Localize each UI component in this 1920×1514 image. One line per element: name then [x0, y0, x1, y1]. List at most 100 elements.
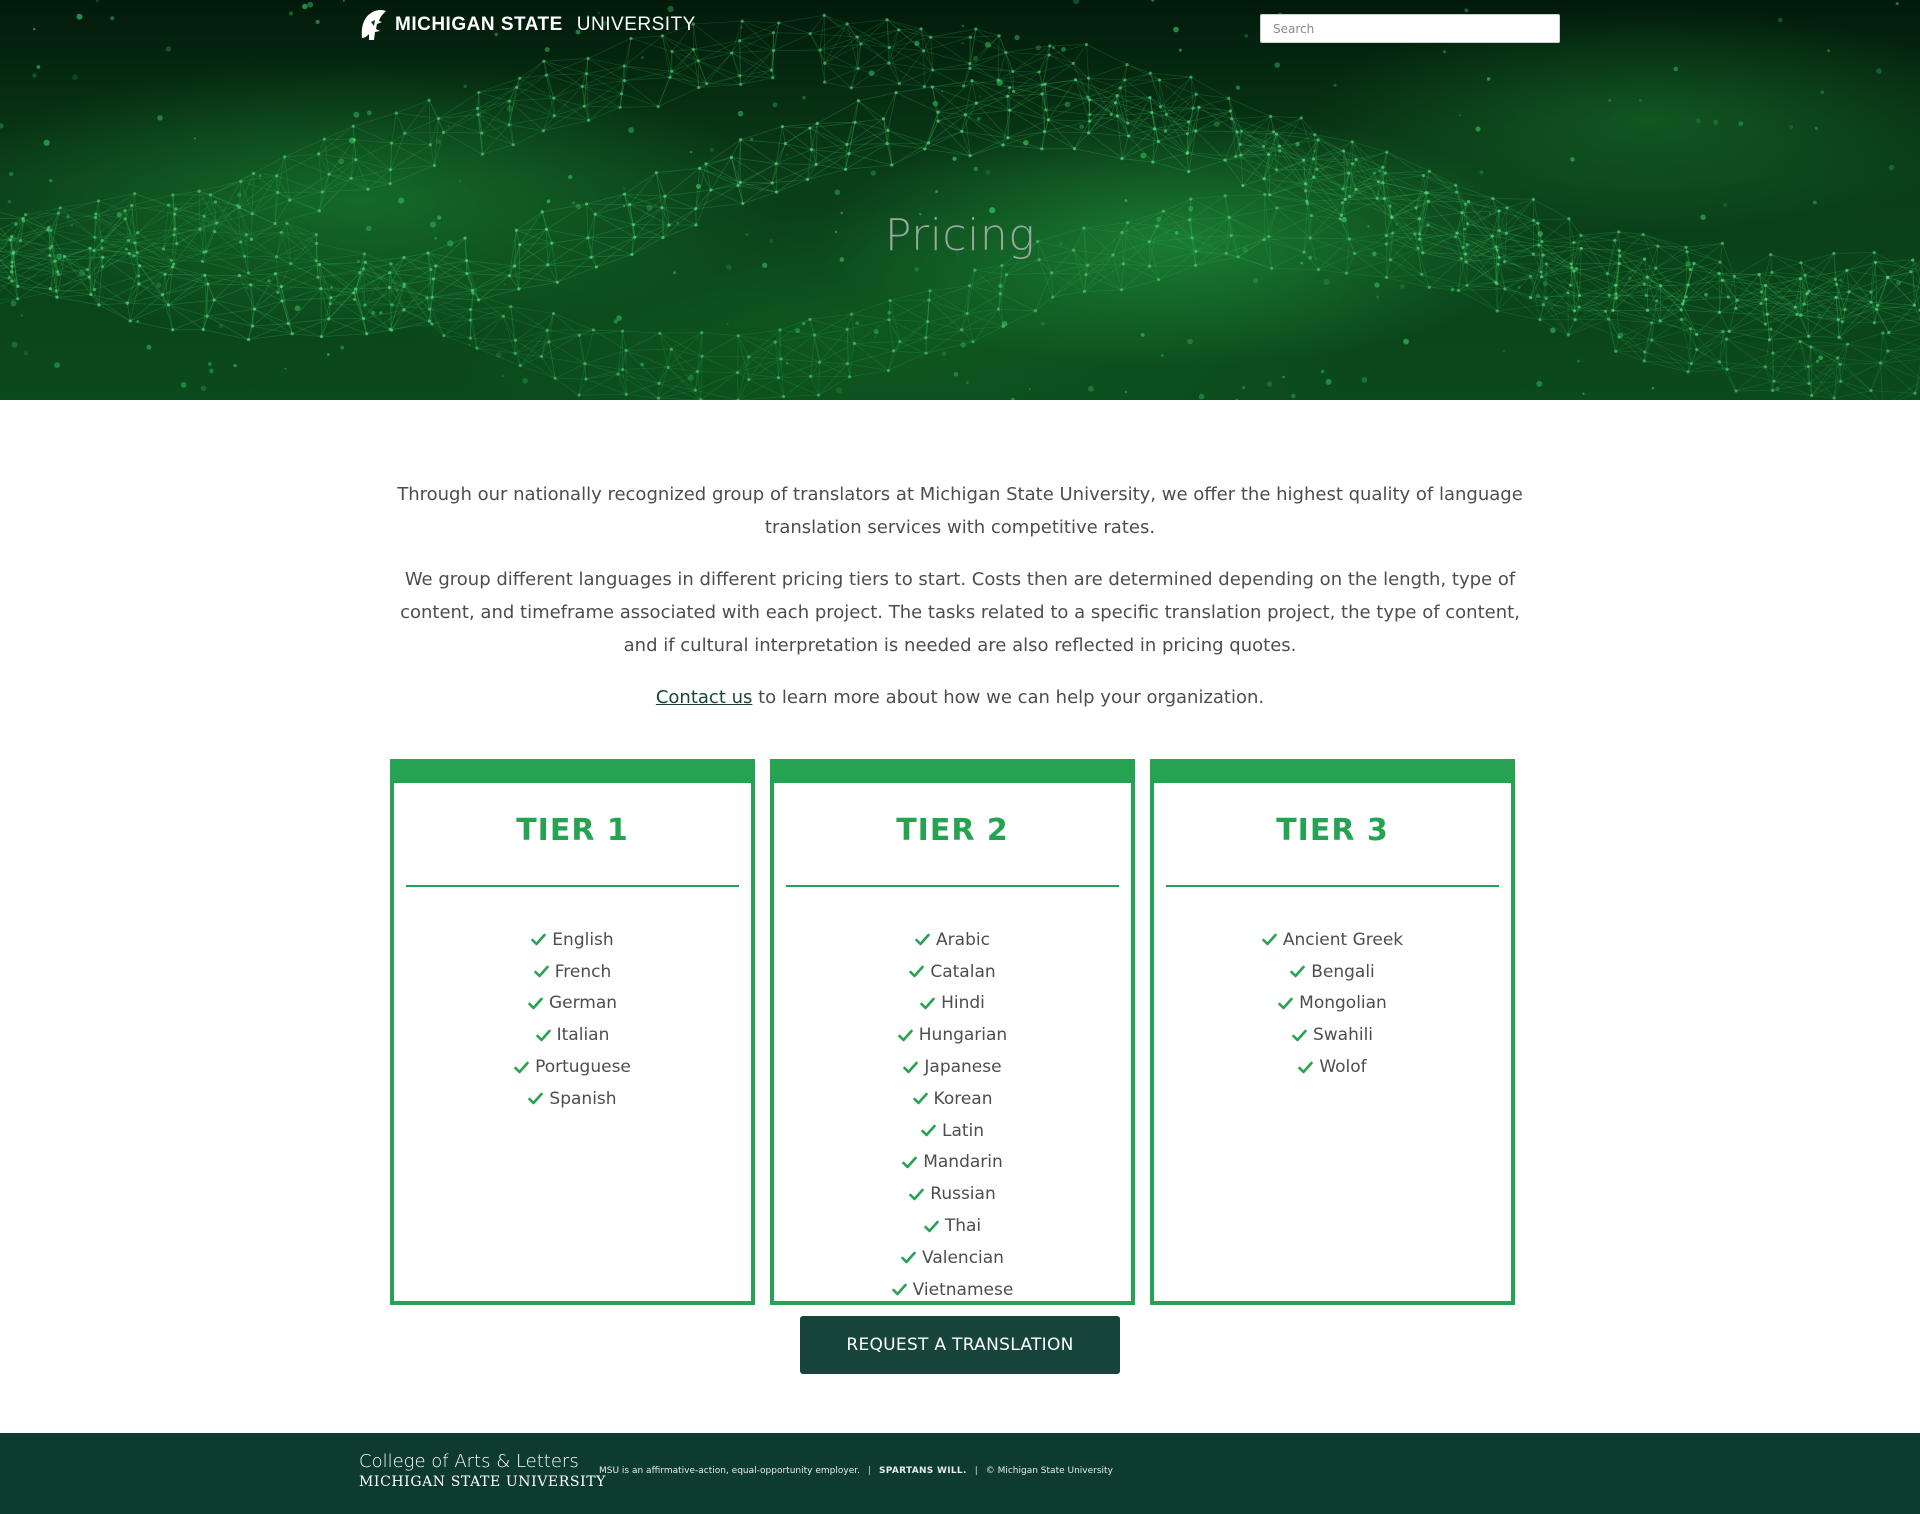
mesh-line [693, 20, 743, 25]
contact-us-link[interactable]: Contact us [656, 687, 753, 708]
mesh-node [55, 295, 59, 299]
mesh-node [1491, 196, 1495, 201]
mesh-line [819, 361, 848, 365]
mesh-line [671, 332, 703, 350]
footer-separator: | [974, 1466, 978, 1476]
mesh-node [823, 61, 827, 65]
mesh-line [516, 86, 554, 99]
mesh-node [1147, 264, 1152, 268]
mesh-line [937, 111, 963, 132]
mesh-particle [200, 385, 207, 391]
footer-college-name[interactable]: College of Arts & Letters [359, 1452, 579, 1472]
mesh-node [1688, 327, 1693, 331]
mesh-node [1189, 75, 1193, 79]
mesh-line [56, 294, 91, 298]
mesh-node [388, 182, 392, 186]
mesh-particle [1839, 278, 1843, 282]
mesh-line [1840, 362, 1881, 382]
mesh-node [897, 81, 901, 86]
mesh-line [924, 148, 971, 157]
mesh-particle [695, 183, 701, 189]
mesh-line [785, 127, 811, 144]
mesh-node [1424, 191, 1428, 195]
mesh-node [275, 174, 279, 178]
mesh-line [847, 319, 890, 330]
mesh-particle [1577, 359, 1580, 363]
language-item: Japanese [774, 1051, 1131, 1083]
mesh-line [248, 272, 279, 293]
language-name: Japanese [924, 1057, 1002, 1078]
mesh-node [936, 110, 940, 114]
request-translation-button[interactable]: REQUEST A TRANSLATION [800, 1316, 1120, 1374]
mesh-particle [1064, 101, 1071, 108]
mesh-line [1870, 350, 1889, 391]
mesh-particle [1673, 66, 1679, 72]
mesh-node [361, 316, 366, 321]
mesh-line [1009, 109, 1045, 132]
tier-title: TIER 1 [516, 813, 629, 848]
mesh-line [1300, 117, 1314, 160]
mesh-node [729, 155, 733, 159]
mesh-line [846, 143, 888, 145]
mesh-particle [1840, 337, 1843, 340]
mesh-line [929, 285, 970, 292]
mesh-node [1541, 303, 1545, 307]
mesh-node [584, 72, 589, 76]
tier-divider [1166, 885, 1499, 887]
footer-slogan[interactable]: SPARTANS WILL. [879, 1466, 967, 1476]
mesh-node [1573, 318, 1577, 322]
mesh-node [468, 336, 472, 340]
footer-university-name[interactable]: MICHIGAN STATE UNIVERSITY [359, 1473, 606, 1491]
mesh-line [56, 296, 99, 306]
search-input[interactable] [1260, 14, 1560, 43]
mesh-node [1305, 202, 1310, 206]
mesh-node [552, 96, 556, 100]
mesh-line [578, 378, 587, 396]
mesh-line [740, 181, 773, 184]
mesh-particle [349, 137, 356, 144]
mesh-line [1009, 109, 1049, 121]
mesh-line [1846, 261, 1876, 271]
mesh-line [1086, 44, 1128, 65]
mesh-line [1159, 76, 1192, 81]
mesh-line [629, 172, 657, 205]
language-name: Wolof [1319, 1057, 1367, 1078]
mesh-node [133, 192, 137, 196]
mesh-node [431, 277, 436, 281]
mesh-particle [302, 3, 308, 10]
mesh-particle [11, 341, 18, 348]
mesh-node [773, 340, 777, 344]
mesh-particle [218, 323, 224, 329]
mesh-node [96, 199, 101, 203]
msu-brand-logo[interactable]: MICHIGAN STATE UNIVERSITY [359, 8, 696, 42]
mesh-particle [1789, 124, 1794, 129]
mesh-line [889, 290, 930, 301]
mesh-particle [725, 264, 732, 271]
mesh-line [584, 329, 594, 364]
mesh-line [1005, 51, 1050, 56]
mesh-line [477, 100, 510, 109]
mesh-node [887, 61, 891, 65]
mesh-node [390, 303, 394, 307]
mesh-line [858, 92, 897, 102]
mesh-line [1615, 350, 1645, 362]
mesh-node [1642, 359, 1646, 363]
mesh-particle [1450, 287, 1455, 292]
mesh-particle [572, 201, 576, 205]
mesh-line [1734, 276, 1737, 309]
mesh-node [769, 68, 774, 72]
mesh-node [1421, 173, 1425, 178]
tier-divider [786, 885, 1119, 887]
mesh-node [886, 368, 891, 373]
mesh-node [544, 73, 548, 77]
mesh-particle [267, 279, 271, 283]
mesh-node [205, 314, 209, 318]
mesh-node [1659, 284, 1663, 288]
mesh-node [1072, 147, 1077, 151]
mesh-line [579, 394, 627, 396]
mesh-line [1188, 159, 1226, 173]
mesh-line [1769, 314, 1802, 341]
mesh-node [468, 307, 473, 312]
mesh-node [924, 351, 928, 355]
mesh-line [847, 363, 889, 371]
